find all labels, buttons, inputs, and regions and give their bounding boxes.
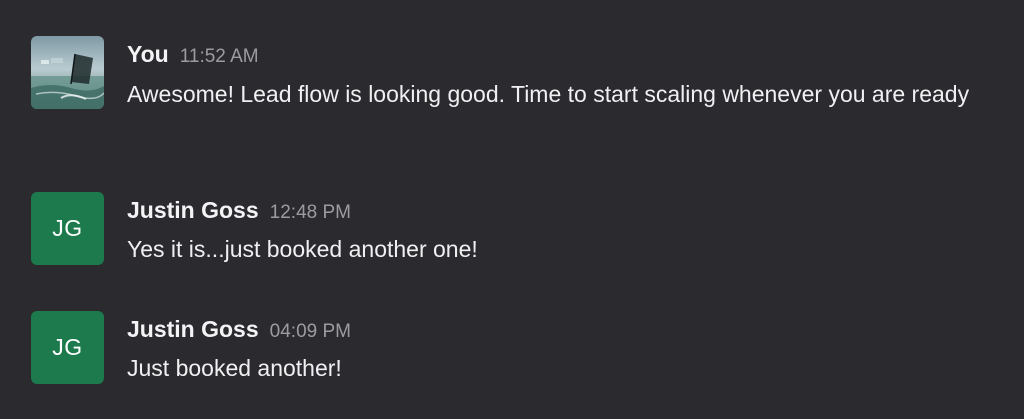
message-timestamp: 12:48 PM [269,202,351,223]
avatar-initials: JG [52,334,83,360]
message-header: You 11:52 AM [127,41,259,67]
message-header: Justin Goss 12:48 PM [127,197,351,223]
sender-name: You [127,41,169,67]
message-timestamp: 11:52 AM [179,46,259,67]
windsurfer-photo-icon [31,36,104,109]
message-text: Awesome! Lead flow is looking good. Time… [127,81,970,107]
user-avatar-initials[interactable]: JG [31,192,104,265]
message-text: Just booked another! [127,355,342,381]
message-timestamp: 04:09 PM [269,321,351,342]
chat-message-list: You 11:52 AM Awesome! Lead flow is lookin… [0,0,1024,419]
message-item[interactable]: JG Justin Goss 04:09 PM Just booked anoth… [0,290,1024,419]
user-avatar-initials[interactable]: JG [31,311,104,384]
user-avatar-photo[interactable] [31,36,104,109]
sender-name: Justin Goss [127,316,259,342]
message-item[interactable]: JG Justin Goss 12:48 PM Yes it is...just … [0,170,1024,290]
message-header: Justin Goss 04:09 PM [127,316,351,342]
avatar-initials: JG [52,215,83,241]
message-item[interactable]: You 11:52 AM Awesome! Lead flow is lookin… [0,0,1024,170]
message-text: Yes it is...just booked another one! [127,236,478,262]
sender-name: Justin Goss [127,197,259,223]
